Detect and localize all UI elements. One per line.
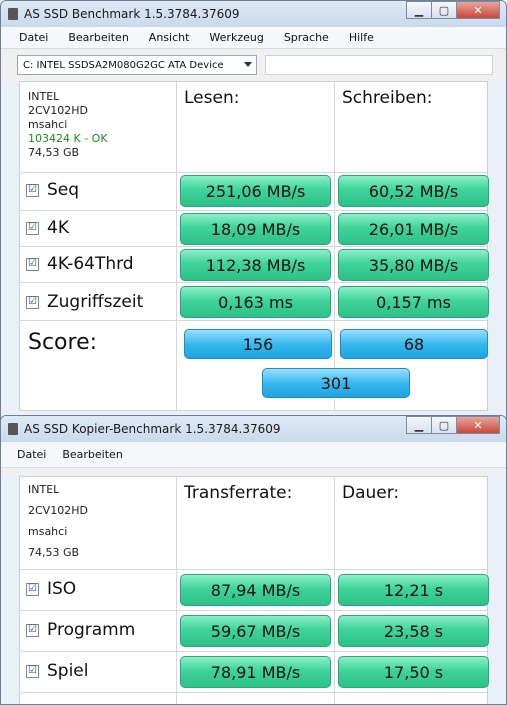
window-controls: ▁ ▢ ✕ xyxy=(406,416,500,434)
row-programm[interactable]: ☑ Programm xyxy=(26,620,135,640)
window-title: AS SSD Benchmark 1.5.3784.37609 xyxy=(24,7,240,21)
window-title: AS SSD Kopier-Benchmark 1.5.3784.37609 xyxy=(24,422,281,436)
4k-64thrd-write-value: 35,80 MB/s xyxy=(338,249,489,281)
row-4k[interactable]: ☑ 4K xyxy=(26,218,69,238)
score-label: Score: xyxy=(28,330,98,355)
drive-alignment: 103424 K - OK xyxy=(28,132,108,145)
drive-info: INTEL 2CV102HD msahci 74,53 GB xyxy=(28,479,88,563)
results-panel: INTEL 2CV102HD msahci 103424 K - OK 74,5… xyxy=(19,81,489,411)
row-4k-64thrd-label: 4K-64Thrd xyxy=(47,254,134,274)
benchmark-window: AS SSD Benchmark 1.5.3784.37609 ▁ ▢ ✕ Da… xyxy=(0,0,507,422)
window-controls: ▁ ▢ ✕ xyxy=(406,1,500,19)
score-read: 156 xyxy=(184,329,332,359)
row-seq-label: Seq xyxy=(47,180,80,200)
device-select-value: C: INTEL SSDSA2M080G2GC ATA Device xyxy=(23,59,224,71)
app-icon xyxy=(8,8,18,20)
checkbox-icon[interactable]: ☑ xyxy=(26,582,39,596)
row-iso[interactable]: ☑ ISO xyxy=(26,579,76,599)
4k-read-value: 18,09 MB/s xyxy=(180,213,331,245)
maximize-icon[interactable]: ▢ xyxy=(431,416,457,434)
chevron-down-icon xyxy=(244,62,252,67)
drive-id: 2CV102HD xyxy=(28,104,88,117)
maximize-icon[interactable]: ▢ xyxy=(431,1,457,19)
row-4k-label: 4K xyxy=(47,218,69,238)
close-icon[interactable]: ✕ xyxy=(456,416,500,434)
title-bar[interactable]: AS SSD Benchmark 1.5.3784.37609 ▁ ▢ ✕ xyxy=(1,1,506,27)
menu-datei[interactable]: Datei xyxy=(17,448,46,461)
row-iso-label: ISO xyxy=(47,579,77,599)
checkbox-icon[interactable]: ☑ xyxy=(26,664,39,678)
time-header: Dauer: xyxy=(342,483,400,503)
iso-time-value: 12,21 s xyxy=(338,574,489,606)
checkbox-icon[interactable]: ☑ xyxy=(26,623,39,637)
score-total: 301 xyxy=(262,368,410,398)
device-toolbar: C: INTEL SSDSA2M080G2GC ATA Device xyxy=(1,49,506,81)
rate-header: Transferrate: xyxy=(184,483,293,503)
checkbox-icon[interactable]: ☑ xyxy=(26,257,39,271)
write-header: Schreiben: xyxy=(342,88,433,108)
spiel-time-value: 17,50 s xyxy=(338,656,489,688)
drive-driver: msahci xyxy=(28,118,68,131)
row-4k-64thrd[interactable]: ☑ 4K-64Thrd xyxy=(26,254,134,274)
copy-benchmark-window: AS SSD Kopier-Benchmark 1.5.3784.37609 ▁… xyxy=(0,415,507,705)
row-zugriffszeit-label: Zugriffszeit xyxy=(47,292,144,312)
row-programm-label: Programm xyxy=(47,620,136,640)
score-write: 68 xyxy=(340,329,488,359)
app-icon xyxy=(8,423,18,435)
close-icon[interactable]: ✕ xyxy=(456,1,500,19)
row-seq[interactable]: ☑ Seq xyxy=(26,180,79,200)
seq-read-value: 251,06 MB/s xyxy=(180,175,331,207)
drive-size: 74,53 GB xyxy=(28,146,80,159)
access-read-value: 0,163 ms xyxy=(180,286,331,318)
row-spiel-label: Spiel xyxy=(47,661,89,681)
progress-field xyxy=(265,55,493,75)
drive-size: 74,53 GB xyxy=(28,546,80,559)
iso-rate-value: 87,94 MB/s xyxy=(180,574,331,606)
checkbox-icon[interactable]: ☑ xyxy=(26,221,39,235)
drive-name: INTEL xyxy=(28,483,60,496)
minimize-icon[interactable]: ▁ xyxy=(406,416,432,434)
menu-sprache[interactable]: Sprache xyxy=(284,31,329,44)
row-spiel[interactable]: ☑ Spiel xyxy=(26,661,89,681)
checkbox-icon[interactable]: ☑ xyxy=(26,183,39,197)
menu-bearbeiten[interactable]: Bearbeiten xyxy=(68,31,128,44)
seq-write-value: 60,52 MB/s xyxy=(338,175,489,207)
access-write-value: 0,157 ms xyxy=(338,286,489,318)
copy-results-panel: INTEL 2CV102HD msahci 74,53 GB Transferr… xyxy=(19,476,489,704)
device-select[interactable]: C: INTEL SSDSA2M080G2GC ATA Device xyxy=(17,55,257,75)
menu-ansicht[interactable]: Ansicht xyxy=(149,31,190,44)
menu-bar: Datei Bearbeiten xyxy=(1,442,506,468)
spiel-rate-value: 78,91 MB/s xyxy=(180,656,331,688)
row-zugriffszeit[interactable]: ☑ Zugriffszeit xyxy=(26,292,143,312)
drive-driver: msahci xyxy=(28,525,68,538)
menu-werkzeug[interactable]: Werkzeug xyxy=(209,31,263,44)
menu-datei[interactable]: Datei xyxy=(19,31,48,44)
drive-id: 2CV102HD xyxy=(28,504,88,517)
drive-name: INTEL xyxy=(28,90,60,103)
title-bar[interactable]: AS SSD Kopier-Benchmark 1.5.3784.37609 ▁… xyxy=(1,416,506,442)
programm-time-value: 23,58 s xyxy=(338,615,489,647)
programm-rate-value: 59,67 MB/s xyxy=(180,615,331,647)
read-header: Lesen: xyxy=(184,88,240,108)
menu-bearbeiten[interactable]: Bearbeiten xyxy=(62,448,122,461)
minimize-icon[interactable]: ▁ xyxy=(406,1,432,19)
menu-hilfe[interactable]: Hilfe xyxy=(349,31,374,44)
drive-info: INTEL 2CV102HD msahci 103424 K - OK 74,5… xyxy=(28,90,108,160)
menu-bar: Datei Bearbeiten Ansicht Werkzeug Sprach… xyxy=(1,27,506,49)
4k-64thrd-read-value: 112,38 MB/s xyxy=(180,249,331,281)
checkbox-icon[interactable]: ☑ xyxy=(26,295,39,309)
4k-write-value: 26,01 MB/s xyxy=(338,213,489,245)
